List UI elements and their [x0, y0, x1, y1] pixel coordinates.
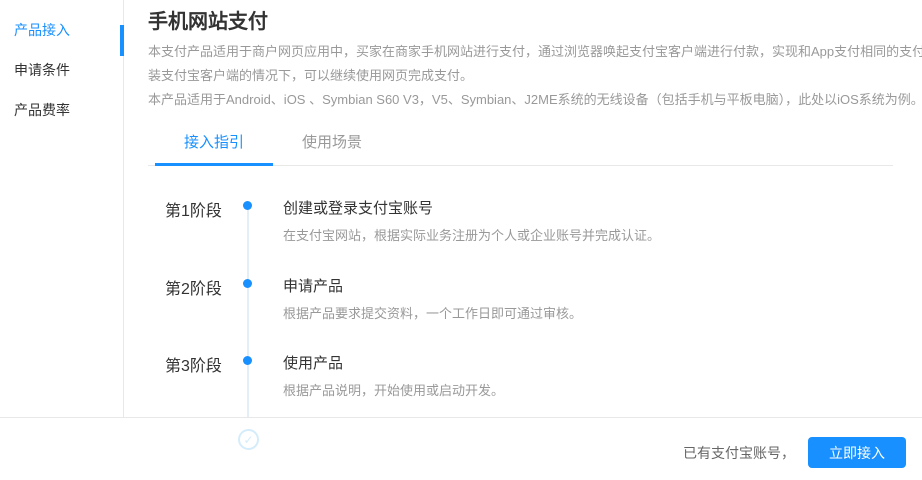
description-line: 本支付产品适用于商户网页应用中，买家在商家手机网站进行支付，通过浏览器唤起支付宝…	[148, 40, 922, 64]
footer-divider	[0, 417, 922, 418]
stage-description: 根据产品说明，开始使用或启动开发。	[283, 380, 504, 399]
sidebar-active-indicator	[120, 25, 124, 56]
stage-2: 第2阶段 申请产品 根据产品要求提交资料，一个工作日即可通过审核。	[148, 275, 848, 345]
description-line: 本产品适用于Android、iOS 、Symbian S60 V3，V5、Sym…	[148, 88, 922, 112]
sidebar-item-product-rates[interactable]: 产品费率	[0, 90, 123, 130]
stage-title: 申请产品	[283, 275, 343, 296]
tab-bar: 接入指引 使用场景	[148, 122, 893, 166]
sidebar-item-product-access[interactable]: 产品接入	[0, 10, 123, 50]
stage-label: 第2阶段	[165, 275, 222, 299]
stage-3: 第3阶段 使用产品 根据产品说明，开始使用或启动开发。	[148, 352, 848, 422]
access-now-button[interactable]: 立即接入	[808, 437, 906, 468]
sidebar: 产品接入 申请条件 产品费率	[0, 0, 124, 417]
tab-usage-scenarios[interactable]: 使用场景	[273, 122, 391, 166]
stage-description: 根据产品要求提交资料，一个工作日即可通过审核。	[283, 303, 582, 322]
tab-access-guide[interactable]: 接入指引	[155, 122, 273, 166]
stage-label: 第3阶段	[165, 352, 222, 376]
stage-1: 第1阶段 创建或登录支付宝账号 在支付宝网站，根据实际业务注册为个人或企业账号并…	[148, 197, 848, 267]
stage-title: 使用产品	[283, 352, 343, 373]
page-title: 手机网站支付	[148, 5, 268, 34]
stage-description: 在支付宝网站，根据实际业务注册为个人或企业账号并完成认证。	[283, 225, 660, 244]
stage-dot	[243, 201, 252, 210]
stage-dot	[243, 356, 252, 365]
description-line: 装支付宝客户端的情况下，可以继续使用网页完成支付。	[148, 64, 922, 88]
footer-actions: 已有支付宝账号， 立即接入	[683, 437, 906, 468]
stage-dot	[243, 279, 252, 288]
existing-account-prompt: 已有支付宝账号，	[683, 443, 795, 463]
page: 产品接入 申请条件 产品费率 手机网站支付 本支付产品适用于商户网页应用中，买家…	[0, 0, 922, 480]
check-circle-icon: ✓	[238, 429, 259, 450]
sidebar-item-application-conditions[interactable]: 申请条件	[0, 50, 123, 90]
product-description: 本支付产品适用于商户网页应用中，买家在商家手机网站进行支付，通过浏览器唤起支付宝…	[148, 40, 922, 112]
stage-title: 创建或登录支付宝账号	[283, 197, 433, 218]
stage-label: 第1阶段	[165, 197, 222, 221]
